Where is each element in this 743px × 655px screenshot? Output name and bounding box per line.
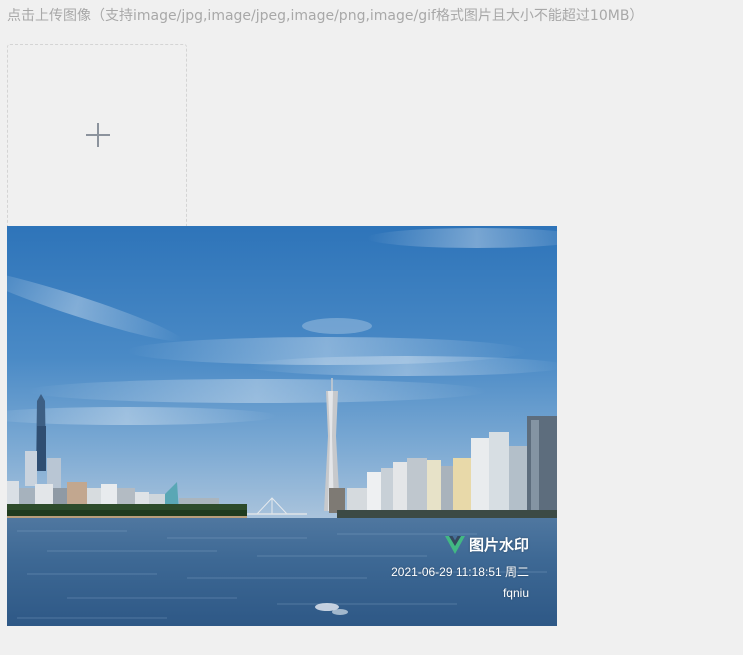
image-uploader[interactable]	[7, 44, 187, 226]
watermark-brand: 图片水印	[391, 534, 529, 555]
watermark-timestamp: 2021-06-29 11:18:51 周二	[391, 565, 529, 579]
image-watermark: 图片水印 2021-06-29 11:18:51 周二 fqniu	[391, 534, 529, 600]
watermark-username: fqniu	[502, 586, 529, 600]
uploaded-image-preview: 图片水印 2021-06-29 11:18:51 周二 fqniu	[7, 226, 557, 626]
vue-logo-icon	[444, 535, 465, 554]
watermark-title: 图片水印	[468, 537, 529, 554]
plus-icon[interactable]	[86, 123, 110, 147]
page: 点击上传图像（支持image/jpg,image/jpeg,image/png,…	[0, 0, 743, 655]
upload-hint: 点击上传图像（支持image/jpg,image/jpeg,image/png,…	[7, 8, 644, 24]
